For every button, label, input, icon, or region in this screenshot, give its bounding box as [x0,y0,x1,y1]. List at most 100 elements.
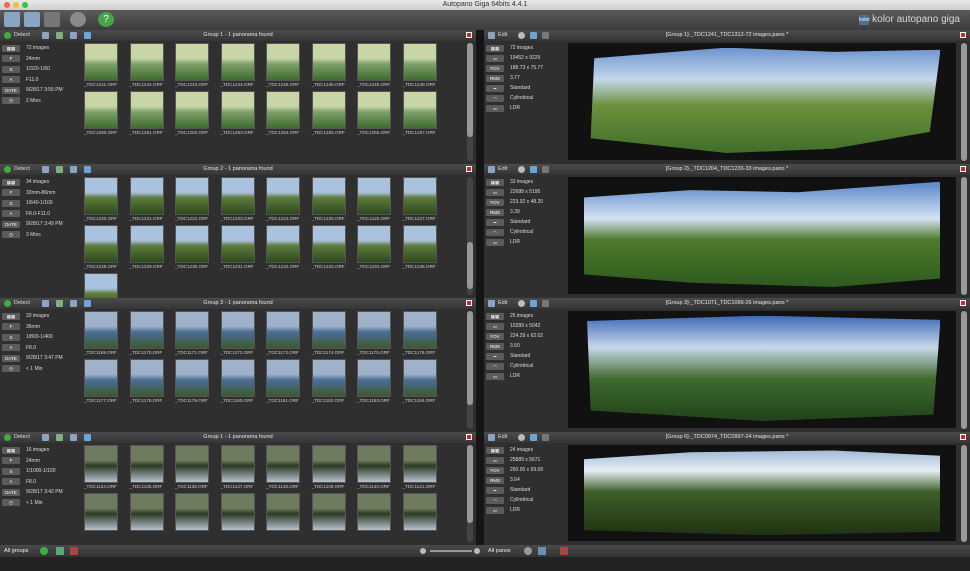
close-pano-icon[interactable] [960,166,966,172]
image-thumbnail[interactable]: _TDC1248.ORF [357,43,391,87]
delete-group-icon[interactable] [70,547,78,555]
image-thumbnail[interactable]: _TDC1254.ORF [266,91,300,135]
group-scrollbar[interactable] [467,43,473,161]
image-thumbnail[interactable]: _TDC1181.ORF [266,359,300,403]
image-thumbnail[interactable]: _TDC1137.ORF [220,445,255,489]
scrollbar-thumb[interactable] [467,311,473,406]
panorama-preview[interactable] [568,43,956,160]
import-panorama-icon[interactable] [24,12,40,27]
image-thumbnail[interactable]: _TDC1169.ORF [84,311,118,355]
pano-scrollbar[interactable] [961,311,967,429]
image-thumbnail[interactable]: _TDC1253.ORF [220,91,255,135]
image-thumbnail[interactable]: _TDC1242.ORF [129,43,164,87]
zoom-out-icon[interactable] [420,548,426,554]
close-pano-icon[interactable] [960,434,966,440]
group-scrollbar[interactable] [467,311,473,429]
zoom-window-icon[interactable] [22,2,28,8]
image-thumbnail[interactable]: _TDC1171.ORF [175,311,209,355]
panorama-preview[interactable] [568,177,956,294]
image-thumbnail[interactable]: _TDC1243.ORF [175,43,209,87]
image-thumbnail[interactable]: _TDC1170.ORF [129,311,164,355]
image-thumbnail[interactable]: _TDC1177.ORF [84,359,118,403]
image-thumbnail[interactable]: _TDC1178.ORF [129,359,164,403]
close-group-icon[interactable] [466,32,472,38]
close-group-icon[interactable] [466,434,472,440]
panel-divider[interactable] [476,30,484,560]
pano-scrollbar[interactable] [961,445,967,542]
open-images-icon[interactable] [4,12,20,27]
image-thumbnail[interactable]: _TDC1223.ORF [220,177,255,221]
image-thumbnail[interactable] [311,493,346,531]
image-thumbnail[interactable]: _TDC1183.ORF [357,359,391,403]
scrollbar-thumb[interactable] [961,177,967,295]
scrollbar-thumb[interactable] [961,311,967,429]
close-pano-icon[interactable] [960,300,966,306]
image-thumbnail[interactable]: _TDC1244.ORF [220,43,255,87]
image-thumbnail[interactable]: _TDC1251.ORF [129,91,164,135]
image-thumbnail[interactable]: _TDC1136.ORF [175,445,209,489]
image-thumbnail[interactable] [84,493,118,531]
image-thumbnail[interactable]: _TDC1257.ORF [402,91,437,135]
image-thumbnail[interactable]: _TDC1141.ORF [402,445,437,489]
image-thumbnail[interactable]: _TDC1232.ORF [266,225,300,269]
image-thumbnail[interactable] [220,493,255,531]
image-thumbnail[interactable]: _TDC1182.ORF [311,359,346,403]
image-thumbnail[interactable]: _TDC1246.ORF [311,43,346,87]
render-icon[interactable] [538,547,546,555]
image-thumbnail[interactable]: _TDC1176.ORF [402,311,437,355]
image-thumbnail[interactable]: _TDC1134.ORF [84,445,118,489]
image-thumbnail[interactable]: _TDC1180.ORF [220,359,255,403]
image-thumbnail[interactable]: _TDC1229.ORF [129,225,164,269]
close-window-icon[interactable] [4,2,10,8]
image-thumbnail[interactable]: _TDC1255.ORF [311,91,346,135]
help-icon[interactable]: ? [98,12,114,27]
scrollbar-thumb[interactable] [961,445,967,542]
image-thumbnail[interactable]: _TDC1220.ORF [84,177,118,221]
minimize-window-icon[interactable] [13,2,19,8]
image-thumbnail[interactable] [402,493,437,531]
image-thumbnail[interactable]: _TDC1184.ORF [402,359,437,403]
pano-scrollbar[interactable] [961,43,967,161]
delete-pano-icon[interactable] [560,547,568,555]
image-thumbnail[interactable]: _TDC1172.ORF [220,311,255,355]
scrollbar-thumb[interactable] [467,445,473,523]
gear-icon[interactable] [524,547,532,555]
image-thumbnail[interactable]: _TDC1241.ORF [84,43,118,87]
add-group-icon[interactable] [56,547,64,555]
scrollbar-thumb[interactable] [961,43,967,161]
image-thumbnail[interactable]: _TDC1225.ORF [311,177,346,221]
close-group-icon[interactable] [466,166,472,172]
image-thumbnail[interactable]: _TDC1221.ORF [129,177,164,221]
image-thumbnail[interactable]: _TDC1174.ORF [311,311,346,355]
thumbnail-size-slider[interactable] [430,550,472,552]
zoom-in-icon[interactable] [474,548,480,554]
image-thumbnail[interactable]: _TDC1250.ORF [84,91,118,135]
image-thumbnail[interactable]: _TDC1227.ORF [402,177,437,221]
image-thumbnail[interactable] [357,493,391,531]
panorama-preview[interactable] [568,445,956,541]
image-thumbnail[interactable] [266,493,300,531]
group-scrollbar[interactable] [467,177,473,295]
image-thumbnail[interactable]: _TDC1236.ORF [84,273,118,298]
close-pano-icon[interactable] [960,32,966,38]
batch-render-icon[interactable] [44,12,60,27]
close-group-icon[interactable] [466,300,472,306]
image-thumbnail[interactable]: _TDC1230.ORF [175,225,209,269]
image-thumbnail[interactable]: _TDC1224.ORF [266,177,300,221]
panorama-preview[interactable] [568,311,956,428]
window-controls[interactable] [4,2,28,8]
image-thumbnail[interactable]: _TDC1226.ORF [357,177,391,221]
image-thumbnail[interactable]: _TDC1249.ORF [402,43,437,87]
image-thumbnail[interactable]: _TDC1228.ORF [84,225,118,269]
play-icon[interactable] [40,547,48,555]
gear-icon[interactable] [70,12,86,27]
image-thumbnail[interactable]: _TDC1175.ORF [357,311,391,355]
image-thumbnail[interactable] [175,493,209,531]
image-thumbnail[interactable]: _TDC1256.ORF [357,91,391,135]
image-thumbnail[interactable]: _TDC1231.ORF [220,225,255,269]
image-thumbnail[interactable]: _TDC1222.ORF [175,177,209,221]
image-thumbnail[interactable]: _TDC1234.ORF [357,225,391,269]
image-thumbnail[interactable]: _TDC1139.ORF [311,445,346,489]
image-thumbnail[interactable]: _TDC1235.ORF [402,225,437,269]
scrollbar-thumb[interactable] [467,43,473,138]
